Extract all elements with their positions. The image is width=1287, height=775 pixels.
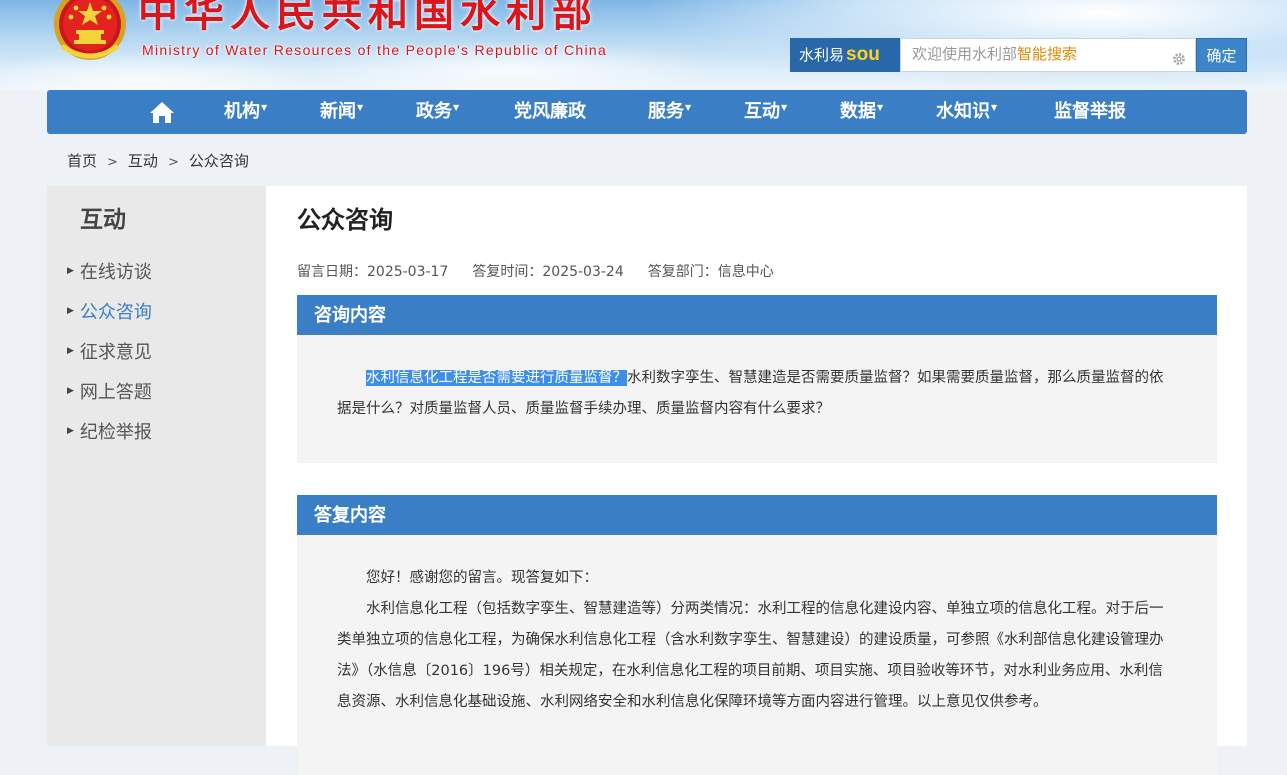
nav-item-label: 党风廉政 (514, 101, 586, 122)
nav-item-shuizhishi[interactable]: 水知识▼ (936, 90, 997, 134)
nav-item-jigou[interactable]: 机构▼ (224, 90, 267, 134)
article-meta: 留言日期：2025-03-17 答复时间：2025-03-24 答复部门：信息中心 (297, 261, 798, 281)
nav-item-label: 机构 (224, 101, 260, 122)
search-brand-logo: 水利易 sou (790, 38, 900, 72)
chevron-down-icon: ▼ (877, 103, 884, 112)
sidebar-item-label: 征求意见 (79, 342, 152, 363)
question-body: 水利信息化工程是否需要进行质量监督？水利数字孪生、智慧建造是否需要质量监督？如果… (297, 335, 1217, 463)
chevron-down-icon: ▼ (357, 103, 364, 112)
site-title[interactable]: 中华人民共和国水利部 (138, 0, 598, 38)
question-text: 水利信息化工程是否需要进行质量监督？水利数字孪生、智慧建造是否需要质量监督？如果… (337, 363, 1177, 425)
search-bar: 水利易 sou 欢迎使用水利部智能搜索 确定 (790, 38, 1247, 72)
nav-item-fuwu[interactable]: 服务▼ (648, 90, 691, 134)
sidebar-item-jijianjubao[interactable]: ▶ 纪检举报 (67, 418, 152, 444)
nav-item-label: 监督举报 (1054, 101, 1126, 122)
nav-item-label: 政务 (416, 101, 452, 122)
nav-item-shuju[interactable]: 数据▼ (840, 90, 883, 134)
sidebar-item-label: 纪检举报 (79, 422, 152, 443)
nav-item-label: 服务 (648, 101, 684, 122)
sidebar-item-label: 公众咨询 (79, 302, 152, 323)
answer-body: 您好！感谢您的留言。现答复如下： 水利信息化工程（包括数字孪生、智慧建造等）分两… (297, 535, 1217, 775)
nav-item-zhengwu[interactable]: 政务▼ (416, 90, 459, 134)
breadcrumb-hudong[interactable]: 互动 (128, 152, 158, 170)
breadcrumb: 首页 > 互动 > 公众咨询 (67, 150, 249, 171)
main-nav: 机构▼ 新闻▼ 政务▼ 党风廉政 服务▼ 互动▼ 数据▼ 水知识▼ 监督举报 (47, 90, 1247, 134)
search-input[interactable]: 欢迎使用水利部智能搜索 (900, 38, 1196, 72)
answer-greeting: 您好！感谢您的留言。现答复如下： (366, 570, 598, 586)
sidebar-heading: 互动 (80, 207, 126, 233)
chevron-down-icon: ▼ (991, 103, 998, 112)
question-heading: 咨询内容 (297, 295, 1217, 335)
reply-department: 答复部门：信息中心 (647, 264, 774, 280)
nav-item-label: 新闻 (320, 101, 356, 122)
triangle-right-icon: ▶ (67, 426, 74, 436)
answer-text: 水利信息化工程（包括数字孪生、智慧建造等）分两类情况：水利工程的信息化建设内容、… (337, 601, 1164, 710)
nav-item-jiandu[interactable]: 监督举报 (1054, 90, 1126, 134)
chevron-down-icon: ▼ (781, 103, 788, 112)
sidebar: 互动 ▶ 在线访谈 ▶ 公众咨询 ▶ 征求意见 ▶ 网上答题 ▶ 纪检举报 (47, 186, 266, 746)
breadcrumb-home[interactable]: 首页 (67, 152, 97, 170)
search-placeholder-highlight: 智能搜索 (1017, 46, 1078, 63)
article-panel: 公众咨询 留言日期：2025-03-17 答复时间：2025-03-24 答复部门：… (266, 186, 1247, 775)
selected-text[interactable]: 水利信息化工程是否需要进行质量监督？ (366, 370, 627, 386)
chevron-down-icon: ▼ (685, 103, 692, 112)
sidebar-item-wangshangdati[interactable]: ▶ 网上答题 (67, 378, 152, 404)
breadcrumb-current: 公众咨询 (188, 152, 249, 170)
nav-item-hudong[interactable]: 互动▼ (744, 90, 787, 134)
page-title: 公众咨询 (297, 206, 393, 234)
breadcrumb-separator: > (107, 155, 118, 170)
message-date: 留言日期：2025-03-17 (297, 264, 449, 280)
triangle-right-icon: ▶ (67, 346, 74, 356)
search-submit-button[interactable]: 确定 (1196, 38, 1247, 72)
sidebar-item-label: 网上答题 (79, 382, 152, 403)
triangle-right-icon: ▶ (67, 306, 74, 316)
national-emblem-icon[interactable] (52, 0, 128, 64)
search-brand-prefix: 水利易 (799, 47, 845, 64)
home-icon[interactable] (149, 100, 175, 124)
site-subtitle: Ministry of Water Resources of the Peopl… (142, 42, 608, 58)
sidebar-item-zaixianfangtan[interactable]: ▶ 在线访谈 (67, 258, 152, 284)
sidebar-item-gongzhongzixun[interactable]: ▶ 公众咨询 (67, 298, 152, 324)
nav-item-label: 水知识 (936, 101, 990, 122)
nav-item-dangfeng[interactable]: 党风廉政 (514, 90, 586, 134)
chevron-down-icon: ▼ (261, 103, 268, 112)
triangle-right-icon: ▶ (67, 266, 74, 276)
nav-item-label: 数据 (840, 101, 876, 122)
gear-icon[interactable] (1172, 52, 1186, 66)
reply-time: 答复时间：2025-03-24 (472, 264, 624, 280)
answer-heading: 答复内容 (297, 495, 1217, 535)
sidebar-item-zhengqiuyijian[interactable]: ▶ 征求意见 (67, 338, 152, 364)
chevron-down-icon: ▼ (453, 103, 460, 112)
search-brand-suffix: sou (846, 44, 880, 65)
breadcrumb-separator: > (167, 155, 179, 170)
triangle-right-icon: ▶ (67, 386, 74, 396)
nav-item-xinwen[interactable]: 新闻▼ (320, 90, 363, 134)
sidebar-item-label: 在线访谈 (79, 262, 152, 283)
search-placeholder-prefix: 欢迎使用水利部 (912, 46, 1018, 63)
nav-item-label: 互动 (744, 101, 780, 122)
